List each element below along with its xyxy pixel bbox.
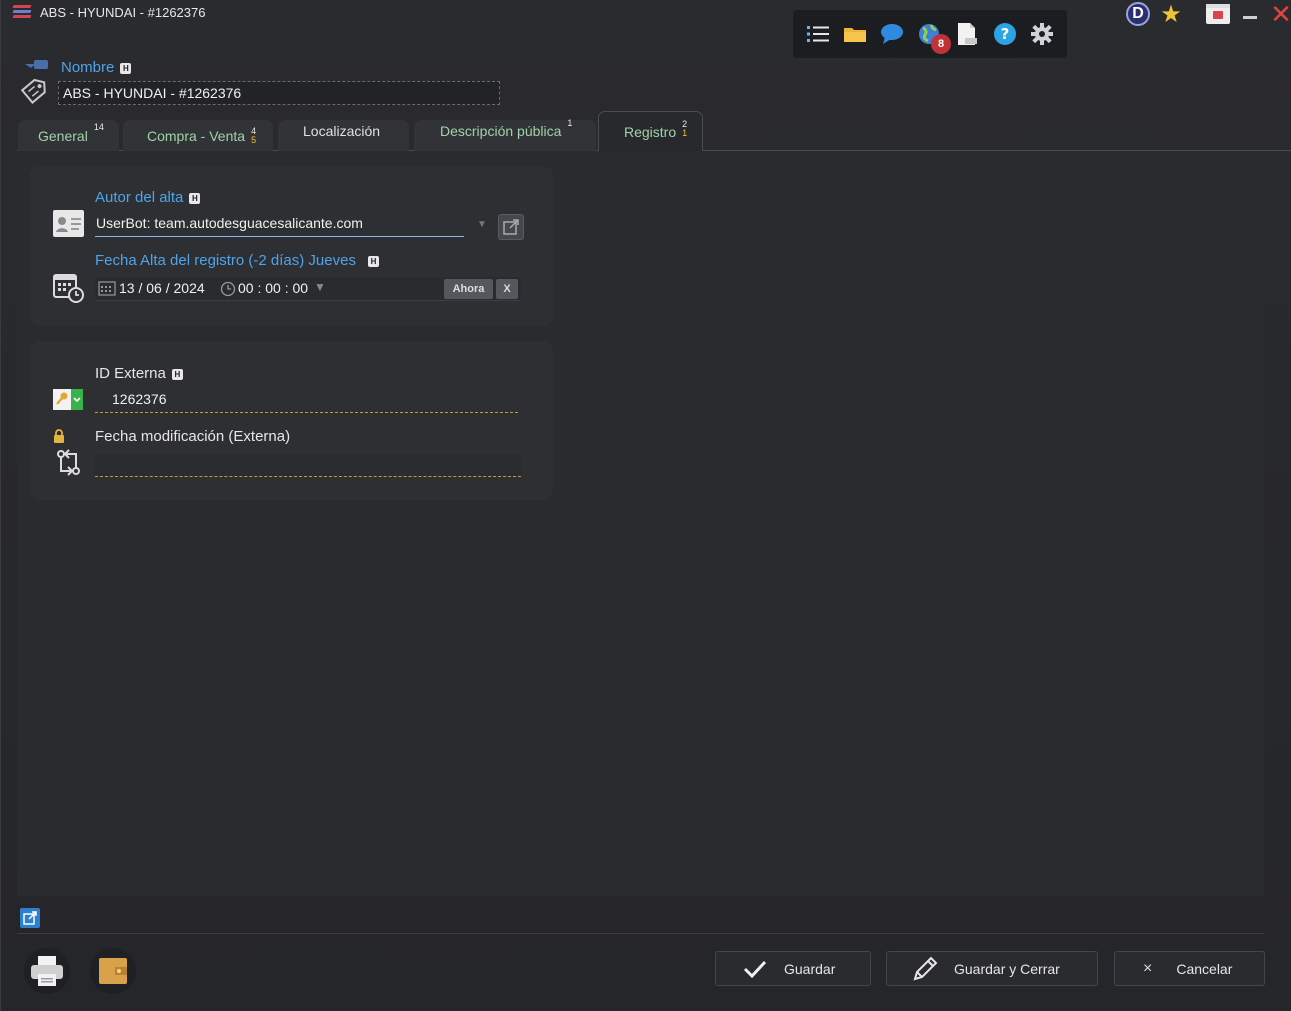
tag-icon xyxy=(19,58,53,106)
dropdown-chevron-icon[interactable]: ▼ xyxy=(477,219,487,230)
wallet-icon xyxy=(99,958,127,984)
guardar-cerrar-label: Guardar y Cerrar xyxy=(954,960,1060,977)
cancelar-button[interactable]: × Cancelar xyxy=(1114,951,1265,986)
fecha-mod-input[interactable] xyxy=(95,454,521,476)
tab-count-secondary: 5 xyxy=(251,134,257,145)
footer-separator xyxy=(17,933,1264,934)
date-picker-icon[interactable] xyxy=(98,281,116,299)
tab-descripcion-publica[interactable]: Descripción pública 1 xyxy=(414,118,596,151)
fecha-alta-time[interactable]: 00 : 00 : 00 xyxy=(238,280,308,296)
autor-underline xyxy=(95,236,464,237)
id-externa-value[interactable]: 1262376 xyxy=(112,391,167,407)
window: ABS - HYUNDAI - #1262376 8 ? D ★ ✕ Nombr… xyxy=(0,0,1291,1011)
favorite-star-icon[interactable]: ★ xyxy=(1156,1,1186,28)
tab-count: 1 xyxy=(567,118,573,128)
date-year[interactable]: 2024 xyxy=(174,280,205,296)
name-input[interactable] xyxy=(58,81,500,105)
help-chip[interactable]: H xyxy=(189,192,201,204)
cancelar-label: Cancelar xyxy=(1176,960,1233,977)
list-icon[interactable] xyxy=(805,21,831,47)
pencil-icon xyxy=(913,956,938,980)
tab-general[interactable]: General 14 xyxy=(18,120,119,151)
guardar-button[interactable]: Guardar xyxy=(715,951,871,986)
autor-label-text: Autor del alta xyxy=(95,189,184,206)
help-chip[interactable]: H xyxy=(171,368,183,380)
close-window-button[interactable]: ✕ xyxy=(1269,0,1291,29)
title-bar: ABS - HYUNDAI - #1262376 xyxy=(1,0,1291,28)
tab-label: Descripción pública xyxy=(440,123,562,139)
ahora-button[interactable]: Ahora xyxy=(444,279,493,299)
settings-gear-icon[interactable] xyxy=(1029,21,1055,47)
svg-text:?: ? xyxy=(1001,25,1010,43)
id-externa-label-text: ID Externa xyxy=(95,365,166,382)
name-label-text: Nombre xyxy=(61,59,115,76)
check-icon xyxy=(743,960,767,978)
fecha-alta-label: Fecha Alta del registro (-2 días) Jueves… xyxy=(95,252,379,269)
open-link-icon[interactable] xyxy=(20,908,40,928)
tab-label: General xyxy=(38,127,88,144)
app-logo-icon xyxy=(12,5,32,21)
external-link-icon xyxy=(503,219,519,235)
print-button[interactable] xyxy=(24,948,70,994)
guardar-cerrar-button[interactable]: Guardar y Cerrar xyxy=(886,951,1098,986)
document-icon[interactable] xyxy=(954,21,980,47)
printer-icon xyxy=(31,956,63,986)
screenshot-icon[interactable] xyxy=(1204,2,1232,26)
key-toggle-icon[interactable] xyxy=(53,389,83,410)
clear-date-button[interactable]: X xyxy=(496,279,518,299)
help-icon[interactable]: ? xyxy=(992,21,1018,47)
fecha-mod-label: Fecha modificación (Externa) xyxy=(95,428,291,445)
tab-count: 14 xyxy=(93,122,104,132)
sync-arrows-icon xyxy=(56,449,82,479)
tab-count-secondary: 1 xyxy=(682,128,688,138)
date-day[interactable]: 13 xyxy=(119,280,135,296)
chat-icon[interactable] xyxy=(879,21,905,47)
cancel-x-icon: × xyxy=(1143,959,1153,977)
date-month[interactable]: 06 xyxy=(146,280,162,296)
help-chip[interactable]: H xyxy=(120,62,132,74)
tab-registro[interactable]: Registro 21 xyxy=(598,111,703,152)
lock-icon xyxy=(53,429,65,447)
calendar-clock-icon xyxy=(53,272,85,307)
clock-icon[interactable] xyxy=(220,281,236,300)
wallet-button[interactable] xyxy=(90,948,136,994)
open-external-button[interactable] xyxy=(498,214,524,240)
tab-label: Compra - Venta xyxy=(147,127,246,144)
tab-bar: General 14 Compra - Venta 45 Localizació… xyxy=(17,110,1291,152)
tab-compra-venta[interactable]: Compra - Venta 45 xyxy=(123,120,273,151)
id-externa-label: ID Externa H xyxy=(95,365,183,382)
guardar-label: Guardar xyxy=(784,960,836,977)
minimize-button[interactable] xyxy=(1240,2,1260,26)
tab-localizacion[interactable]: Localización xyxy=(278,120,409,151)
folder-icon[interactable] xyxy=(842,21,868,47)
autor-value[interactable]: UserBot: team.autodesguacesalicante.com xyxy=(96,215,363,231)
contact-card-icon xyxy=(53,210,84,240)
fecha-mod-underline xyxy=(95,476,521,477)
notification-badge: 8 xyxy=(931,34,951,54)
tab-label: Registro xyxy=(624,124,677,140)
autor-label: Autor del alta H xyxy=(95,189,201,206)
name-label: Nombre H xyxy=(61,59,132,76)
id-externa-underline xyxy=(95,412,518,413)
fecha-alta-date[interactable]: 13 / 06 / 2024 xyxy=(119,280,205,296)
fecha-alta-label-text: Fecha Alta del registro (-2 días) Jueves xyxy=(95,252,356,269)
window-title: ABS - HYUNDAI - #1262376 xyxy=(40,5,206,20)
help-chip[interactable]: H xyxy=(367,255,379,267)
user-avatar[interactable]: D xyxy=(1126,2,1150,26)
tab-label: Localización xyxy=(303,123,381,139)
time-dropdown-icon[interactable]: ▼ xyxy=(314,280,326,294)
